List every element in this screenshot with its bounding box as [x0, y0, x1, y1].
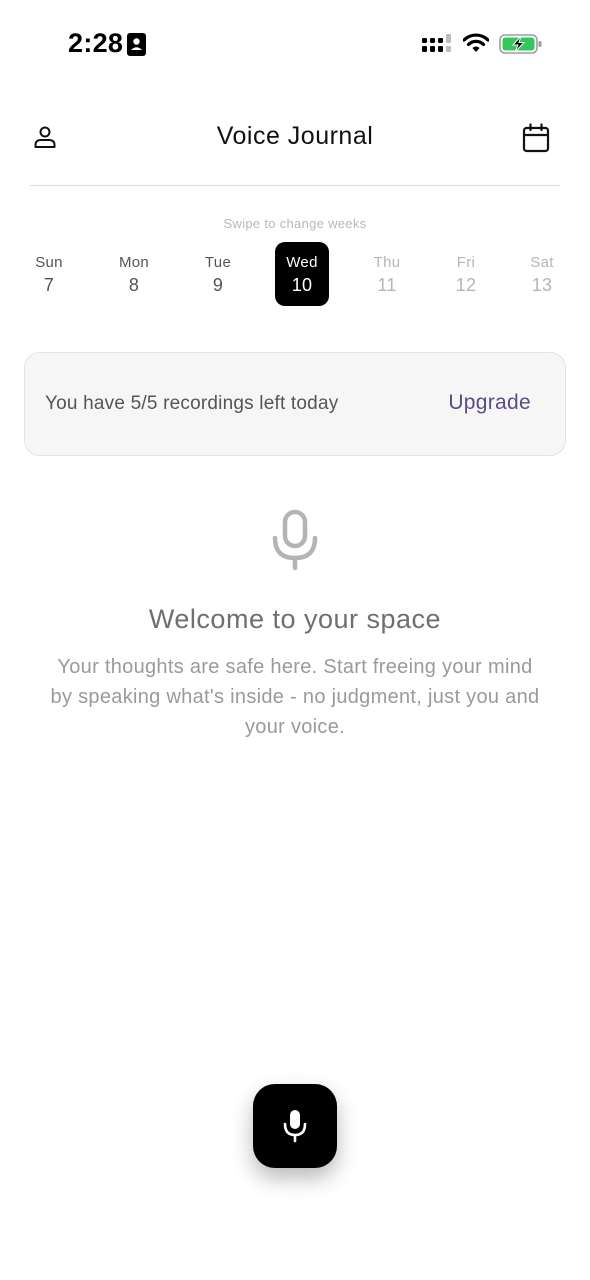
- day-fri[interactable]: Fri 12: [439, 242, 493, 306]
- day-name: Wed: [286, 254, 318, 271]
- cellular-signal-icon: [422, 34, 451, 52]
- voice-journal-screen: 2:28 Voice Journal Swipe to change weeks…: [0, 0, 590, 1280]
- recordings-quota-card: You have 5/5 recordings left today Upgra…: [24, 352, 566, 456]
- microphone-icon: [272, 509, 318, 571]
- day-name: Fri: [456, 254, 476, 271]
- welcome-body: Your thoughts are safe here. Start freei…: [50, 656, 540, 738]
- swipe-hint: Swipe to change weeks: [223, 216, 367, 231]
- header-divider: [30, 185, 560, 186]
- contact-card-icon: [127, 33, 146, 56]
- day-mon[interactable]: Mon 8: [107, 242, 161, 306]
- wifi-icon: [463, 33, 489, 52]
- app-header: Voice Journal: [0, 100, 590, 186]
- day-name: Mon: [118, 254, 150, 271]
- day-name: Sat: [530, 254, 554, 271]
- battery-charging-icon: [499, 34, 542, 54]
- day-tue[interactable]: Tue 9: [191, 242, 245, 306]
- calendar-button[interactable]: [518, 120, 554, 156]
- day-thu[interactable]: Thu 11: [360, 242, 414, 306]
- upgrade-button[interactable]: Upgrade: [448, 391, 531, 415]
- day-number: 13: [531, 275, 553, 295]
- day-name: Thu: [373, 254, 401, 271]
- status-bar: 2:28: [0, 0, 590, 88]
- day-number: 10: [291, 275, 313, 295]
- day-number: 11: [377, 275, 397, 295]
- day-number: 7: [43, 275, 55, 295]
- day-wed-selected[interactable]: Wed 10: [275, 242, 329, 306]
- day-sat[interactable]: Sat 13: [515, 242, 569, 306]
- status-time: 2:28: [68, 28, 124, 58]
- calendar-icon: [522, 123, 550, 153]
- week-strip[interactable]: Sun 7 Mon 8 Tue 9 Wed 10 Thu 11 Fri 12 S…: [0, 242, 590, 308]
- recordings-left-text: You have 5/5 recordings left today: [45, 393, 339, 414]
- day-number: 12: [455, 275, 477, 295]
- day-number: 8: [128, 275, 140, 295]
- page-title: Voice Journal: [216, 122, 374, 150]
- day-name: Sun: [35, 254, 63, 271]
- day-name: Tue: [204, 254, 232, 271]
- microphone-icon: [283, 1110, 307, 1143]
- day-number: 9: [212, 275, 224, 295]
- day-sun[interactable]: Sun 7: [22, 242, 76, 306]
- record-button[interactable]: [253, 1084, 337, 1168]
- welcome-title: Welcome to your space: [148, 604, 442, 634]
